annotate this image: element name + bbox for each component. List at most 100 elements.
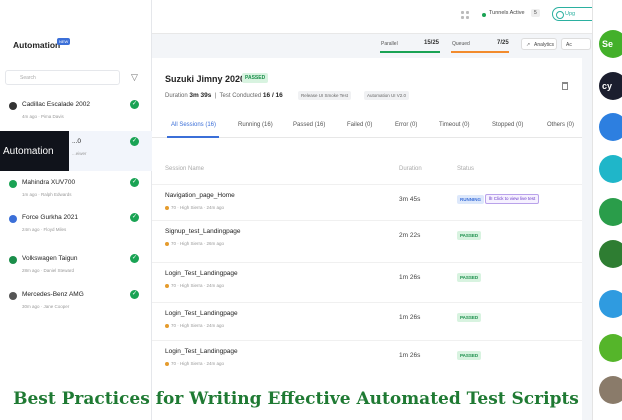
tab-timeout[interactable]: Timeout (0) [439, 122, 469, 128]
view-live-button[interactable]: ⅡI Click to view live test [485, 194, 540, 204]
car-icon [9, 215, 17, 223]
tab-others[interactable]: Others (0) [547, 122, 574, 128]
session-duration: 3m 45s [399, 196, 421, 203]
car-icon [9, 180, 17, 188]
playwright-logo-icon [599, 198, 622, 226]
table-row[interactable]: Login_Test_Landingpage 70 · High Sierra … [152, 262, 582, 302]
build-item[interactable]: Force Gurkha 2021 24m ago · Floyd Miles … [0, 207, 152, 247]
framework-logo-icon [599, 155, 622, 183]
tab-passed[interactable]: Passed (16) [293, 122, 325, 128]
car-icon [9, 102, 17, 110]
queued-bar [451, 51, 509, 53]
check-icon: ✓ [130, 178, 139, 187]
status-badge: PASSED [457, 351, 482, 360]
analytics-button[interactable]: ↗ Analytics [521, 38, 557, 50]
framework-logo-icon [599, 113, 622, 141]
tab-error[interactable]: Error (0) [395, 122, 417, 128]
status-badge: PASSED [457, 313, 482, 322]
build-meta: 24m ago · Floyd Miles [22, 227, 67, 232]
build-item[interactable]: Mercedes-Benz AMG 30m ago · Jane Cooper … [0, 284, 152, 324]
tests-value: 16 / 16 [262, 92, 283, 99]
build-name: Mahindra XUV700 [22, 179, 76, 186]
build-name: Force Gurkha 2021 [22, 214, 79, 221]
build-name: Cadillac Escalade 2002 [22, 101, 90, 108]
session-name: Navigation_page_Home [165, 192, 235, 199]
tunnels-label[interactable]: Tunnels Active [489, 10, 525, 16]
tab-running[interactable]: Running (16) [238, 122, 273, 128]
check-icon: ✓ [130, 290, 139, 299]
session-meta: 70 · High Sierra · 24m ago [165, 283, 224, 288]
status-badge: RUNNING [457, 195, 484, 204]
session-duration: 1m 26s [399, 314, 421, 321]
build-meta: 28m ago · Daniel Steward [22, 268, 75, 273]
tests-label: Test Conducted [219, 93, 262, 99]
puppeteer-logo-icon [599, 240, 622, 268]
build-name: Mercedes-Benz AMG [22, 291, 84, 298]
analytics-icon: ↗ [526, 42, 531, 48]
active-tab-indicator [167, 136, 219, 138]
build-item[interactable]: Mahindra XUV700 1m ago · Ralph Edwards ✓ [0, 172, 152, 212]
build-name: Volkswagen Taigun [22, 255, 78, 262]
session-duration: 1m 26s [399, 274, 421, 281]
analytics-label: Analytics [534, 42, 555, 48]
check-icon: ✓ [130, 254, 139, 263]
framework-logo-icon [599, 376, 622, 404]
view-live-label: Click to view live test [493, 196, 536, 201]
session-meta: 70 · High Sierra · 24m ago [165, 361, 224, 366]
session-name: Login_Test_Landingpage [165, 270, 238, 277]
session-name: Signup_test_Landingpage [165, 228, 241, 235]
car-icon [9, 256, 17, 264]
build-tag[interactable]: Automation UI V2.0 [364, 91, 410, 100]
session-name: Login_Test_Landingpage [165, 310, 238, 317]
automation-overlay-label: Automation [0, 131, 69, 171]
filter-icon[interactable]: ▽ [131, 72, 138, 83]
new-badge: NEW [57, 38, 71, 45]
top-bar: Tunnels Active 5 Upg [152, 0, 602, 34]
queued-value: 7/25 [497, 40, 509, 46]
more-button[interactable]: Ac [561, 38, 591, 50]
tab-all-sessions[interactable]: All Sessions (16) [171, 122, 216, 128]
tab-stopped[interactable]: Stopped (0) [492, 122, 523, 128]
build-tag[interactable]: Release UI Smoke Test [298, 91, 351, 100]
search-input[interactable]: Search [5, 70, 120, 85]
build-name: ...0 [72, 138, 82, 145]
session-tabs: All Sessions (16) Running (16) Passed (1… [152, 114, 582, 138]
framework-logo-icon [599, 334, 622, 362]
session-meta: 70 · High Sierra · 26m ago [165, 241, 224, 246]
table-row[interactable]: Login_Test_Landingpage 70 · High Sierra … [152, 340, 582, 380]
tab-failed[interactable]: Failed (0) [347, 122, 372, 128]
article-banner-title: Best Practices for Writing Effective Aut… [13, 389, 579, 409]
status-dot-icon [482, 13, 486, 17]
build-meta: 30m ago · Jane Cooper [22, 304, 70, 309]
column-header-session: Session Name [165, 166, 205, 172]
build-item[interactable]: Volkswagen Taigun 28m ago · Daniel Stewa… [0, 248, 152, 288]
build-status-badge: PASSED [242, 73, 269, 83]
selenium-logo-icon: Se [599, 30, 622, 58]
build-meta: 1m ago · Ralph Edwards [22, 192, 72, 197]
concurrency-stats: Parallel 15/25 Queued 7/25 ↗ Analytics A… [152, 34, 592, 58]
duration-label: Duration [165, 93, 188, 99]
session-duration: 1m 26s [399, 352, 421, 359]
table-row[interactable]: Login_Test_Landingpage 70 · High Sierra … [152, 302, 582, 342]
session-duration: 2m 22s [399, 232, 421, 239]
build-item[interactable]: Cadillac Escalade 2002 4m ago · Pima Dav… [0, 94, 152, 134]
check-icon: ✓ [130, 100, 139, 109]
grid-icon[interactable] [460, 10, 470, 20]
sidebar-title: Automation [13, 40, 61, 50]
tunnels-count: 5 [531, 9, 540, 17]
column-header-status: Status [457, 166, 475, 172]
table-row[interactable]: Navigation_page_Home 70 · High Sierra · … [152, 184, 582, 224]
sidebar: Automation NEW Search ▽ Cadillac Escalad… [0, 0, 152, 420]
cypress-logo-icon: cy [599, 72, 622, 100]
queued-label: Queued [452, 41, 470, 47]
framework-logo-icon [599, 290, 622, 318]
delete-icon[interactable] [562, 82, 568, 90]
parallel-value: 15/25 [424, 40, 440, 46]
table-row[interactable]: Signup_test_Landingpage 70 · High Sierra… [152, 220, 582, 260]
parallel-bar [380, 51, 440, 53]
build-detail-panel: Suzuki Jimny 2020 PASSED Duration 3m 39s… [152, 58, 582, 420]
session-meta: 70 · High Sierra · 24m ago [165, 205, 224, 210]
session-name: Login_Test_Landingpage [165, 348, 238, 355]
session-meta: 70 · High Sierra · 24m ago [165, 323, 224, 328]
build-title: Suzuki Jimny 2020 [165, 74, 246, 84]
